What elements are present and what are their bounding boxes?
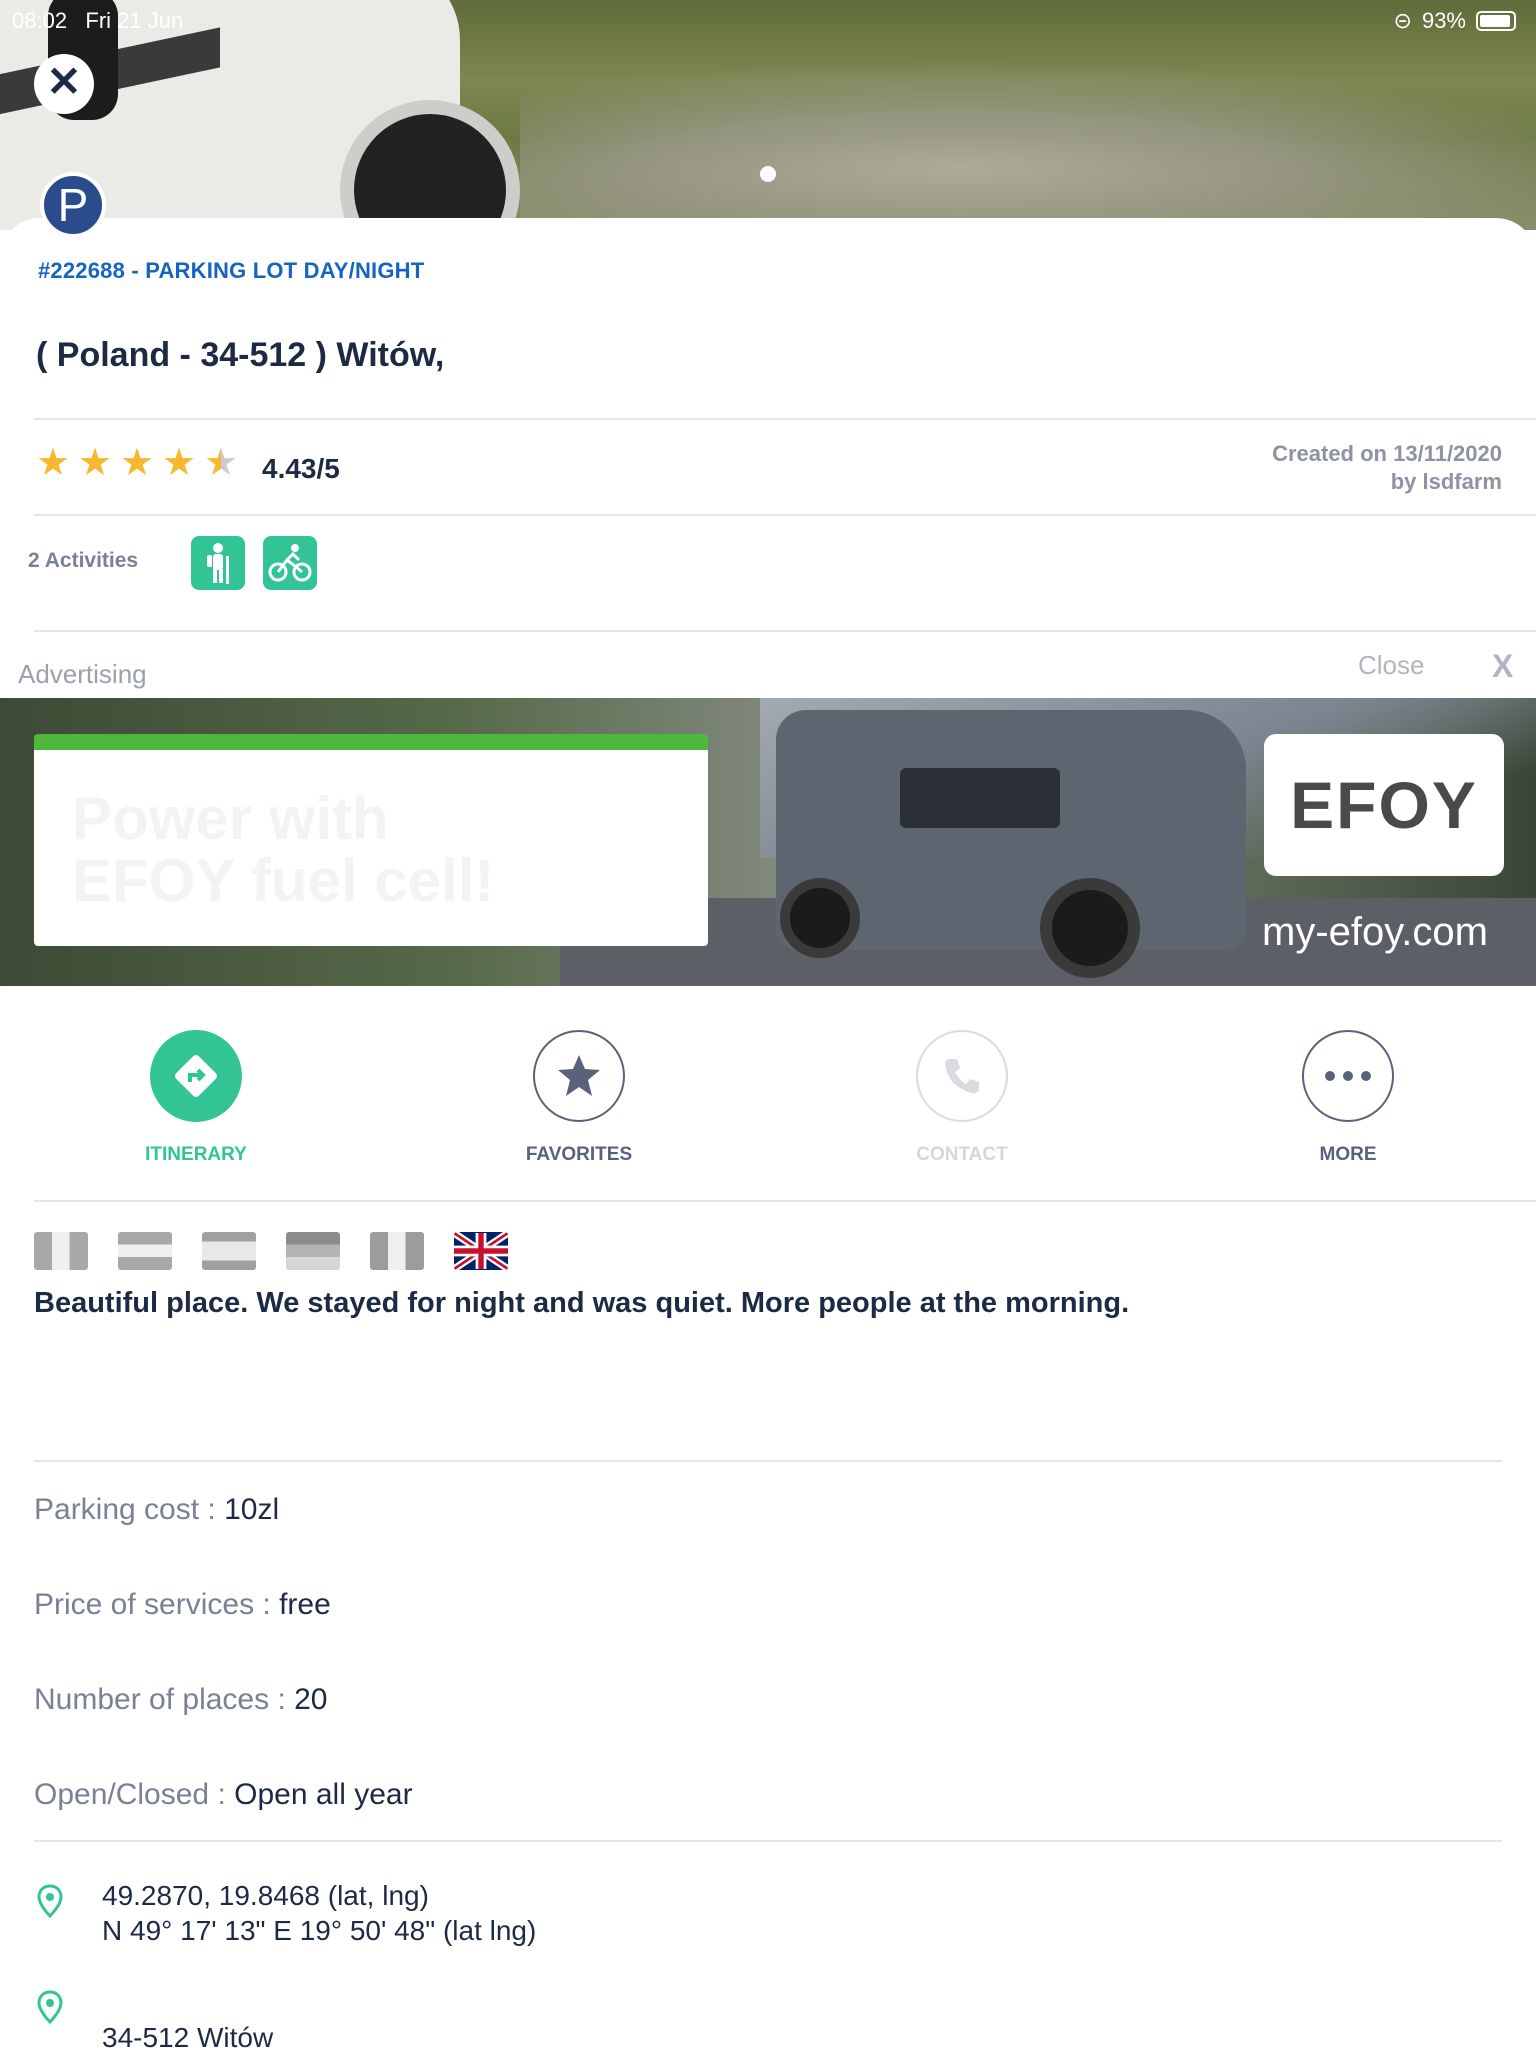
open-closed-row: Open/Closed : Open all year	[34, 1778, 413, 1812]
photo-gravel	[520, 60, 1536, 230]
hiking-icon[interactable]	[191, 536, 245, 590]
van-wheel	[340, 100, 520, 230]
coordinates-dms: N 49° 17' 13" E 19° 50' 48" (lat lng)	[102, 1915, 537, 1946]
review-text: Beautiful place. We stayed for night and…	[34, 1287, 1130, 1319]
ad-close-link[interactable]: Close	[1358, 650, 1424, 681]
favorites-label: FAVORITES	[525, 1144, 633, 1165]
flag-uk-icon[interactable]	[454, 1232, 508, 1270]
efoy-ad-banner[interactable]: Power with EFOY fuel cell! EFOY my-efoy.…	[0, 698, 1536, 986]
ad-close-x-button[interactable]: X	[1492, 648, 1513, 685]
carousel-dot[interactable]	[760, 166, 776, 182]
favorites-button[interactable]: FAVORITES	[479, 1030, 679, 1166]
coordinates-decimal: 49.2870, 19.8468 (lat, lng)	[102, 1880, 429, 1911]
itinerary-icon[interactable]	[150, 1030, 242, 1122]
open-closed-label: Open/Closed :	[34, 1778, 235, 1811]
status-time: 08:02 Fri 21 Jun	[12, 8, 184, 33]
more-button[interactable]: MORE	[1248, 1030, 1448, 1166]
created-by: by lsdfarm	[1390, 469, 1502, 494]
efoy-logo: EFOY	[1264, 734, 1504, 876]
parking-cost-label: Parking cost :	[34, 1493, 225, 1526]
ad-van-window	[900, 768, 1060, 828]
location-pin-icon	[37, 1884, 63, 1918]
divider	[34, 1460, 1502, 1462]
itinerary-label: ITINERARY	[145, 1144, 247, 1165]
ad-headline: Power with EFOY fuel cell!	[72, 788, 494, 912]
divider	[34, 630, 1536, 632]
flag-dutch-icon[interactable]	[118, 1232, 172, 1270]
efoy-logo-text: EFOY	[1290, 768, 1478, 842]
ad-headline-line1: Power with	[72, 785, 389, 852]
price-services-row: Price of services : free	[34, 1588, 331, 1622]
star-icon[interactable]	[533, 1030, 625, 1122]
phone-icon[interactable]	[916, 1030, 1008, 1122]
star-icon: ★	[78, 442, 113, 484]
ad-url: my-efoy.com	[1262, 910, 1488, 954]
advertising-label: Advertising	[18, 659, 147, 689]
ad-van-wheel	[1040, 878, 1140, 978]
battery-percent: 93%	[1421, 8, 1466, 33]
parking-cost-row: Parking cost : 10zl	[34, 1493, 279, 1527]
rating-value: 4.43/5	[262, 453, 340, 484]
divider	[34, 1840, 1502, 1842]
address-pin-icon	[37, 1990, 63, 2024]
contact-button[interactable]: CONTACT	[862, 1030, 1062, 1166]
contact-label: CONTACT	[916, 1144, 1008, 1165]
place-reference: #222688 - PARKING LOT DAY/NIGHT	[38, 258, 425, 283]
star-icon: ★	[36, 442, 71, 484]
coordinates[interactable]: 49.2870, 19.8468 (lat, lng) N 49° 17' 13…	[102, 1878, 536, 1948]
activities-label: 2 Activities	[28, 549, 139, 572]
ad-headline-line2: EFOY fuel cell!	[72, 847, 495, 914]
divider	[34, 418, 1536, 420]
ad-text-panel: Power with EFOY fuel cell!	[34, 734, 708, 946]
divider	[34, 1200, 1536, 1202]
number-places-row: Number of places : 20	[34, 1683, 328, 1717]
flag-german-icon[interactable]	[286, 1232, 340, 1270]
flag-spanish-icon[interactable]	[202, 1232, 256, 1270]
half-star-icon: ★	[204, 442, 239, 484]
more-label: MORE	[1319, 1144, 1377, 1165]
language-flags	[34, 1232, 508, 1270]
status-right: ⊝ 93%	[1394, 8, 1516, 34]
flag-italian-icon[interactable]	[370, 1232, 424, 1270]
star-icon: ★	[120, 442, 155, 484]
price-services-value: free	[279, 1588, 331, 1621]
created-info: Created on 13/11/2020 by lsdfarm	[1272, 440, 1502, 496]
price-services-label: Price of services :	[34, 1588, 280, 1621]
parking-badge: P	[40, 172, 106, 238]
itinerary-button[interactable]: ITINERARY	[96, 1030, 296, 1166]
link-icon: ⊝	[1393, 8, 1412, 33]
number-places-value: 20	[294, 1683, 328, 1716]
close-button[interactable]: ✕	[34, 54, 94, 114]
more-icon[interactable]	[1302, 1030, 1394, 1122]
created-date: Created on 13/11/2020	[1272, 441, 1502, 466]
battery-icon	[1476, 11, 1516, 31]
ad-van-wheel	[780, 878, 860, 958]
status-bar: 08:02 Fri 21 Jun ⊝ 93%	[0, 6, 1536, 34]
number-places-label: Number of places :	[34, 1683, 295, 1716]
rating-stars: ★ ★ ★ ★ ★	[36, 442, 239, 484]
star-icon: ★	[162, 442, 197, 484]
place-title: ( Poland - 34-512 ) Witów,	[36, 336, 445, 374]
open-closed-value: Open all year	[234, 1778, 413, 1811]
cycling-icon[interactable]	[263, 536, 317, 590]
flag-french-icon[interactable]	[34, 1232, 88, 1270]
address[interactable]: 34-512 Witów	[102, 2020, 273, 2048]
place-photo[interactable]	[0, 0, 1536, 230]
parking-cost-value: 10zl	[224, 1493, 280, 1526]
divider	[34, 514, 1536, 516]
